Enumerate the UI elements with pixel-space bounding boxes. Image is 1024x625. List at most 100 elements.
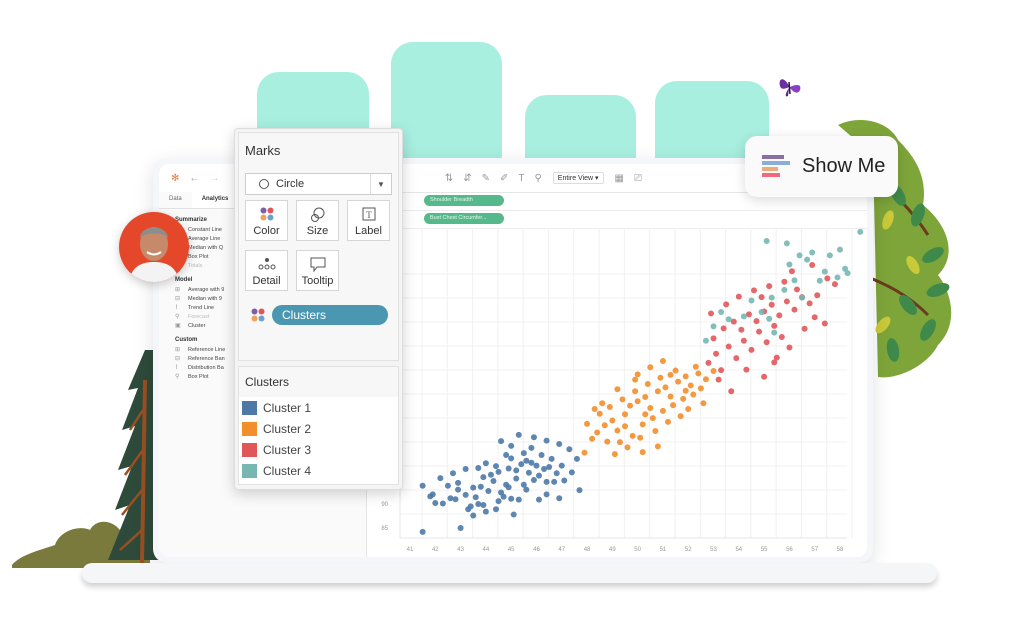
data-point-cluster-4[interactable] — [766, 315, 773, 322]
color-button[interactable]: Color — [245, 200, 288, 241]
data-point-cluster-1[interactable] — [475, 501, 482, 507]
data-point-cluster-3[interactable] — [801, 325, 808, 332]
forward-icon[interactable]: → — [209, 173, 219, 184]
data-point-cluster-1[interactable] — [558, 462, 565, 469]
data-point-cluster-2[interactable] — [601, 422, 608, 429]
data-point-cluster-1[interactable] — [525, 469, 532, 476]
data-point-cluster-1[interactable] — [520, 450, 527, 457]
data-point-cluster-1[interactable] — [482, 508, 489, 515]
legend-item[interactable]: Cluster 1 — [239, 397, 398, 418]
data-point-cluster-4[interactable] — [740, 313, 747, 320]
data-point-cluster-1[interactable] — [513, 467, 520, 474]
data-point-cluster-1[interactable] — [457, 525, 464, 531]
data-point-cluster-1[interactable] — [447, 495, 454, 502]
data-point-cluster-2[interactable] — [667, 371, 674, 378]
data-point-cluster-1[interactable] — [566, 446, 573, 453]
data-point-cluster-3[interactable] — [751, 287, 757, 294]
data-point-cluster-3[interactable] — [791, 306, 798, 313]
data-point-cluster-1[interactable] — [543, 437, 550, 444]
data-point-cluster-3[interactable] — [783, 298, 790, 305]
data-point-cluster-1[interactable] — [480, 474, 487, 481]
data-point-cluster-2[interactable] — [642, 393, 649, 400]
data-point-cluster-2[interactable] — [682, 387, 689, 394]
data-point-cluster-1[interactable] — [508, 442, 515, 449]
data-point-cluster-4[interactable] — [768, 294, 775, 301]
data-point-cluster-3[interactable] — [738, 326, 745, 333]
data-point-cluster-1[interactable] — [538, 452, 545, 459]
data-point-cluster-2[interactable] — [647, 405, 654, 411]
data-point-cluster-2[interactable] — [611, 451, 618, 458]
data-point-cluster-3[interactable] — [705, 359, 712, 366]
data-point-cluster-1[interactable] — [508, 455, 515, 462]
data-point-cluster-1[interactable] — [498, 438, 505, 445]
data-point-cluster-2[interactable] — [589, 435, 596, 442]
data-point-cluster-2[interactable] — [614, 386, 621, 393]
data-point-cluster-1[interactable] — [452, 496, 459, 503]
show-me-button[interactable]: Show Me — [745, 136, 898, 197]
data-point-cluster-2[interactable] — [622, 411, 628, 418]
data-point-cluster-1[interactable] — [482, 460, 489, 467]
data-point-cluster-3[interactable] — [806, 300, 813, 307]
data-point-cluster-1[interactable] — [493, 506, 499, 513]
data-point-cluster-1[interactable] — [528, 444, 535, 451]
data-point-cluster-2[interactable] — [632, 388, 639, 395]
data-point-cluster-1[interactable] — [515, 496, 522, 503]
data-point-cluster-2[interactable] — [594, 429, 601, 436]
data-point-cluster-3[interactable] — [776, 312, 783, 319]
data-point-cluster-1[interactable] — [429, 491, 436, 498]
data-point-cluster-4[interactable] — [783, 240, 790, 247]
data-point-cluster-2[interactable] — [670, 402, 677, 409]
data-point-cluster-2[interactable] — [690, 391, 697, 398]
data-point-cluster-3[interactable] — [708, 310, 714, 317]
data-point-cluster-1[interactable] — [548, 455, 555, 462]
data-point-cluster-3[interactable] — [740, 337, 747, 344]
data-point-cluster-1[interactable] — [490, 477, 497, 484]
data-point-cluster-1[interactable] — [485, 488, 492, 495]
plot-area[interactable]: 41 42 43 44 45 46 47 48 49 50 51 52 53 54 55 56 57 58 85 90… — [366, 213, 867, 557]
data-point-cluster-2[interactable] — [622, 423, 628, 430]
data-point-cluster-1[interactable] — [520, 481, 527, 488]
data-point-cluster-3[interactable] — [725, 343, 732, 350]
data-point-cluster-1[interactable] — [477, 483, 484, 490]
data-point-cluster-4[interactable] — [844, 270, 851, 277]
data-point-cluster-1[interactable] — [462, 491, 469, 498]
data-point-cluster-1[interactable] — [450, 470, 456, 477]
data-point-cluster-1[interactable] — [470, 484, 477, 491]
data-point-cluster-1[interactable] — [576, 487, 583, 494]
data-point-cluster-1[interactable] — [472, 494, 479, 501]
data-point-cluster-1[interactable] — [546, 464, 553, 471]
data-point-cluster-2[interactable] — [710, 368, 717, 375]
data-point-cluster-2[interactable] — [680, 395, 687, 402]
data-point-cluster-1[interactable] — [462, 465, 469, 472]
data-point-cluster-1[interactable] — [551, 478, 558, 485]
detail-button[interactable]: Detail — [245, 250, 288, 291]
data-point-cluster-1[interactable] — [500, 493, 507, 500]
data-point-cluster-1[interactable] — [419, 528, 426, 535]
data-point-cluster-1[interactable] — [495, 498, 502, 505]
data-point-cluster-2[interactable] — [609, 417, 616, 424]
data-point-cluster-4[interactable] — [821, 268, 828, 275]
data-point-cluster-1[interactable] — [556, 495, 563, 502]
data-point-cluster-2[interactable] — [614, 427, 621, 434]
data-point-cluster-1[interactable] — [568, 469, 575, 476]
data-point-cluster-1[interactable] — [444, 482, 451, 489]
data-point-cluster-1[interactable] — [530, 434, 537, 441]
highlight-icon[interactable]: ✎ — [482, 173, 490, 184]
data-point-cluster-2[interactable] — [599, 400, 606, 407]
chevron-down-icon[interactable]: ▼ — [370, 174, 391, 194]
data-point-cluster-3[interactable] — [768, 301, 775, 308]
data-point-cluster-4[interactable] — [837, 246, 843, 253]
data-point-cluster-3[interactable] — [723, 301, 730, 308]
data-point-cluster-3[interactable] — [771, 359, 778, 366]
data-point-cluster-3[interactable] — [733, 355, 740, 362]
data-point-cluster-3[interactable] — [786, 344, 793, 351]
data-point-cluster-4[interactable] — [781, 286, 788, 293]
data-point-cluster-1[interactable] — [561, 477, 568, 484]
data-point-cluster-2[interactable] — [659, 357, 666, 364]
data-point-cluster-2[interactable] — [642, 411, 649, 418]
data-point-cluster-1[interactable] — [536, 496, 542, 503]
data-point-cluster-1[interactable] — [553, 470, 560, 477]
data-point-cluster-2[interactable] — [662, 384, 669, 391]
data-point-cluster-3[interactable] — [788, 268, 795, 275]
data-point-cluster-1[interactable] — [536, 472, 542, 479]
